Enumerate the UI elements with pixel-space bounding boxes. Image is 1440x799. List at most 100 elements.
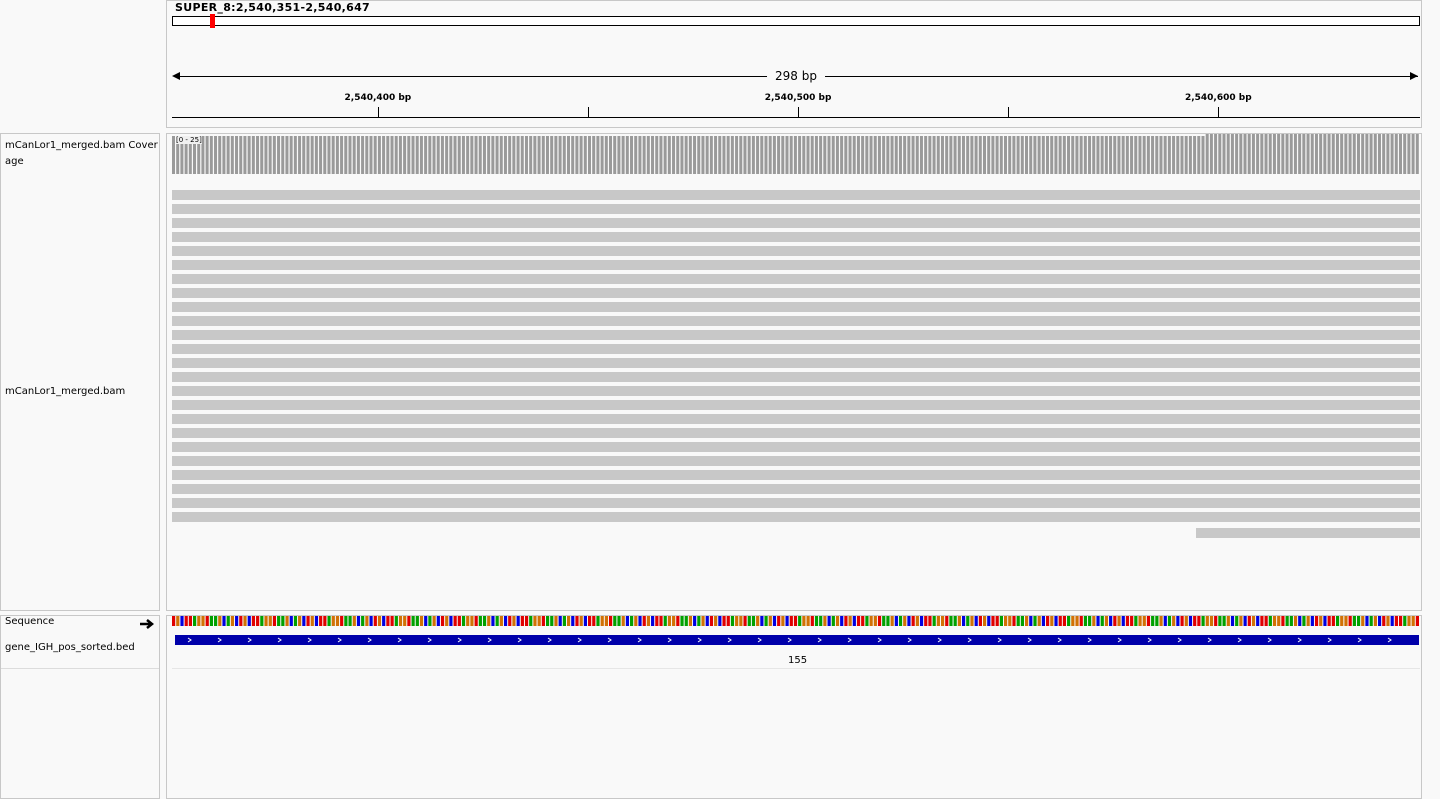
alignment-read[interactable] xyxy=(172,498,1420,508)
sequence-base xyxy=(814,616,819,626)
strand-arrow-icon[interactable] xyxy=(139,615,155,629)
sequence-base xyxy=(1163,616,1167,626)
alignment-read[interactable] xyxy=(172,400,1420,410)
sequence-base xyxy=(684,616,688,626)
alignment-read[interactable] xyxy=(172,302,1420,312)
alignment-read[interactable] xyxy=(172,372,1420,382)
coverage-bar xyxy=(1020,136,1024,174)
coverage-bar xyxy=(1398,134,1402,174)
coverage-bar xyxy=(676,136,680,174)
coverage-bar xyxy=(1050,136,1054,174)
coverage-bar xyxy=(537,136,541,174)
gene-feature[interactable] xyxy=(172,634,1420,646)
alignment-read[interactable] xyxy=(172,274,1420,284)
name-panel-divider xyxy=(1,668,159,669)
alignment-read[interactable] xyxy=(172,414,1420,424)
coverage-bar xyxy=(1348,134,1352,174)
sequence-base xyxy=(466,616,470,626)
alignment-read[interactable] xyxy=(172,484,1420,494)
coverage-bar xyxy=(621,136,625,174)
alignment-track[interactable] xyxy=(172,190,1420,540)
sequence-base xyxy=(697,616,701,626)
sequence-base xyxy=(1201,616,1205,626)
feature-block[interactable] xyxy=(175,635,1419,645)
alignment-read[interactable] xyxy=(172,218,1420,228)
sequence-base xyxy=(247,616,251,626)
coverage-bar xyxy=(898,136,902,174)
alignment-read[interactable] xyxy=(172,260,1420,270)
coverage-bar xyxy=(735,136,739,174)
alignment-read[interactable] xyxy=(172,344,1420,354)
name-panel-header xyxy=(0,0,160,128)
sequence-base xyxy=(1020,616,1025,626)
coverage-bar xyxy=(474,136,478,174)
sequence-base xyxy=(369,616,373,626)
sequence-track[interactable] xyxy=(172,616,1420,626)
coverage-track-name[interactable]: mCanLor1_merged.bam Coverage xyxy=(5,138,163,170)
sequence-base xyxy=(1008,616,1012,626)
coverage-bar xyxy=(1075,136,1079,174)
coverage-bar xyxy=(588,136,591,174)
sequence-base xyxy=(709,616,714,626)
chromosome-ideogram[interactable] xyxy=(172,16,1420,26)
sequence-base xyxy=(1146,616,1151,626)
coverage-bar xyxy=(226,136,230,174)
coverage-bar xyxy=(398,136,402,174)
alignment-track-name[interactable]: mCanLor1_merged.bam xyxy=(5,384,163,400)
coverage-bar xyxy=(693,136,697,174)
coverage-track[interactable]: [0 - 25] xyxy=(172,134,1420,174)
alignment-read[interactable] xyxy=(172,512,1420,522)
sequence-track-name[interactable]: Sequence xyxy=(5,614,54,630)
ruler-minor-tick xyxy=(588,107,589,117)
alignment-read[interactable] xyxy=(172,470,1420,480)
sequence-base xyxy=(1062,616,1067,626)
alignment-read[interactable] xyxy=(172,386,1420,396)
alignment-read[interactable] xyxy=(172,288,1420,298)
sequence-base xyxy=(806,616,810,626)
sequence-base xyxy=(516,616,520,626)
sequence-base xyxy=(1067,616,1071,626)
bed-track-name[interactable]: gene_IGH_pos_sorted.bed xyxy=(5,640,135,656)
sequence-base xyxy=(987,616,991,626)
sequence-base xyxy=(453,616,457,626)
sequence-base xyxy=(966,616,970,626)
coverage-bar xyxy=(835,136,839,174)
alignment-read[interactable] xyxy=(172,358,1420,368)
sequence-base xyxy=(1109,616,1113,626)
alignment-read[interactable] xyxy=(172,442,1420,452)
coverage-bar xyxy=(718,136,722,174)
coverage-bar xyxy=(642,136,646,174)
coverage-bar xyxy=(335,136,339,174)
coverage-bar xyxy=(1407,134,1411,174)
feature-label: 155 xyxy=(788,655,808,666)
sequence-base xyxy=(718,616,722,626)
alignment-read[interactable] xyxy=(172,316,1420,326)
alignment-read[interactable] xyxy=(172,190,1420,200)
sequence-base xyxy=(239,616,243,626)
sequence-base xyxy=(550,616,554,626)
alignment-read[interactable] xyxy=(172,246,1420,256)
ruler-minor-tick xyxy=(1008,107,1010,117)
alignment-read[interactable] xyxy=(172,330,1420,340)
sequence-base xyxy=(319,616,323,626)
sequence-base xyxy=(331,616,335,626)
coverage-bar xyxy=(1268,134,1272,174)
coverage-bar xyxy=(709,136,713,174)
sequence-base xyxy=(655,616,659,626)
sequence-base xyxy=(390,616,394,626)
coverage-bar xyxy=(436,136,440,174)
alignment-read[interactable] xyxy=(172,456,1420,466)
alignment-read[interactable] xyxy=(1196,528,1420,538)
coverage-bar xyxy=(1184,136,1188,174)
sequence-base xyxy=(1041,616,1046,626)
alignment-read[interactable] xyxy=(172,204,1420,214)
alignment-read[interactable] xyxy=(172,232,1420,242)
sequence-base xyxy=(768,616,772,626)
sequence-base xyxy=(264,616,268,626)
sequence-base xyxy=(1369,616,1373,626)
sequence-base xyxy=(1188,616,1193,626)
coverage-bar xyxy=(831,136,835,174)
coverage-bar xyxy=(1113,136,1117,174)
alignment-read[interactable] xyxy=(172,428,1420,438)
sequence-base xyxy=(268,616,272,626)
